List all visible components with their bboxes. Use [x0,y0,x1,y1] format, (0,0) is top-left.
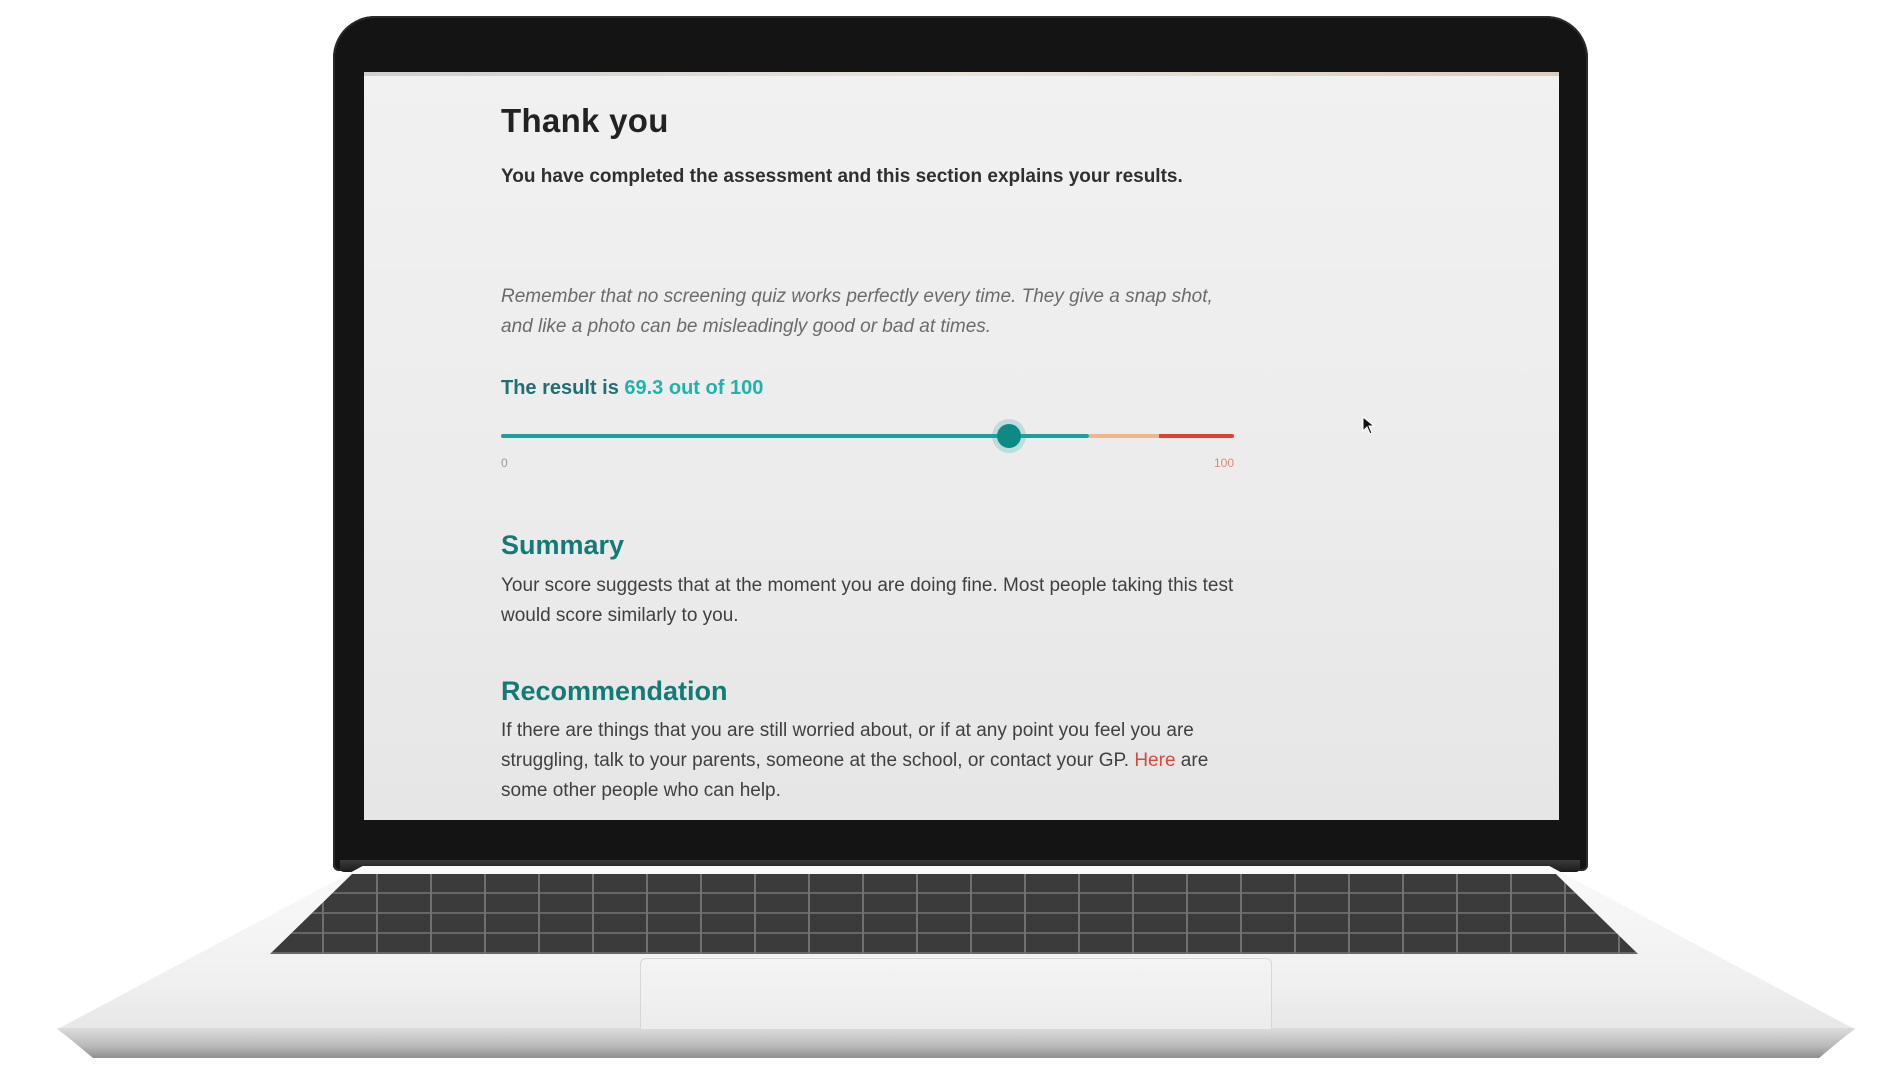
result-score: 69.3 out of 100 [624,377,764,399]
mouse-pointer-icon [1362,416,1376,435]
result-prefix: The result is [501,377,625,399]
page-title: Thank you [501,102,669,139]
result-line: The result is 69.3 out of 100 [501,377,763,400]
laptop-screen: Thank you You have completed the assessm… [364,72,1559,820]
slider-thumb [996,424,1021,448]
slider-track-high [1159,434,1234,438]
intro-text: You have completed the assessment and th… [501,166,1183,187]
summary-heading: Summary [501,530,625,560]
slider-track-moderate [1089,434,1159,438]
laptop-base-edge [57,1028,1855,1058]
recommendation-text: If there are things that you are still w… [501,716,1241,806]
summary-text: Your score suggests that at the moment y… [501,575,1234,626]
laptop-keyboard [270,874,1638,954]
score-slider: 0 100 [501,422,1234,470]
recommendation-text-before: If there are things that you are still w… [501,720,1194,771]
laptop-trackpad [640,958,1272,1029]
slider-max-label: 100 [1213,456,1234,470]
help-link[interactable]: Here [1134,750,1175,771]
recommendation-heading: Recommendation [501,676,728,706]
disclaimer-note: Remember that no screening quiz works pe… [501,286,1213,337]
slider-min-label: 0 [501,456,508,470]
